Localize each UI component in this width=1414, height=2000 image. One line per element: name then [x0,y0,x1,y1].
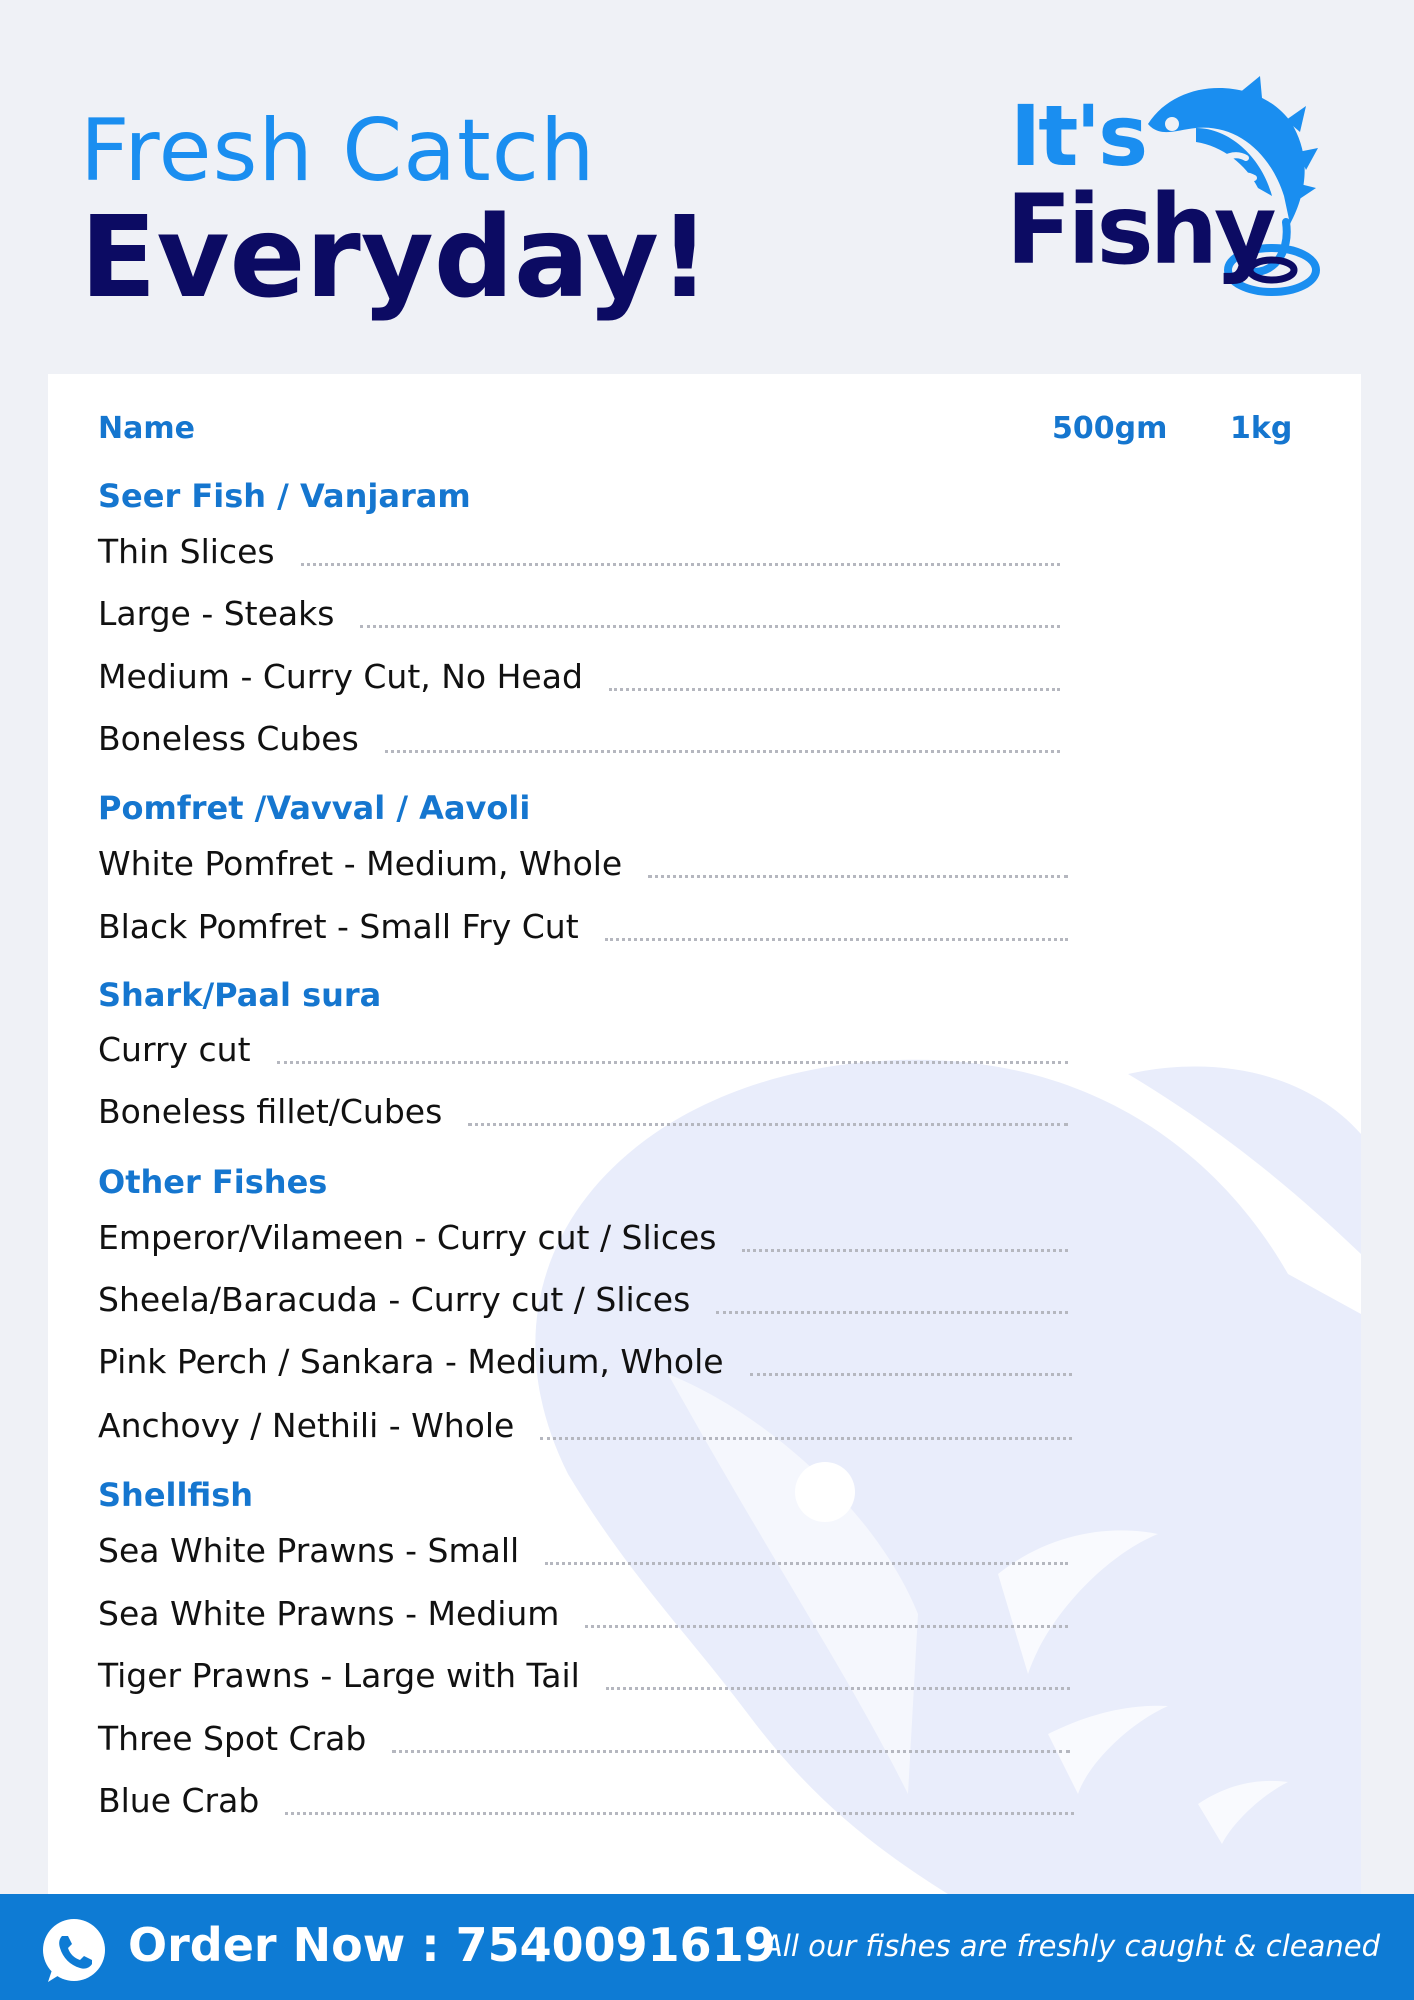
headline-line2: Everyday! [80,193,711,323]
dotted-leader [749,1373,1072,1376]
list-item: Anchovy / Nethili - Whole [98,1402,1072,1442]
item-name: Black Pomfret - Small Fry Cut [98,907,579,946]
list-item: Boneless Cubes [98,715,1060,755]
footer-tagline: All our fishes are freshly caught & clea… [762,1929,1380,1963]
list-item: Emperor/Vilameen - Curry cut / Slices [98,1214,1068,1254]
list-item: Three Spot Crab [98,1715,1070,1755]
item-name: Pink Perch / Sankara - Medium, Whole [98,1342,724,1381]
logo-text-its: It's [1010,87,1148,185]
list-item: Blue Crab [98,1777,1074,1817]
item-name: Blue Crab [98,1781,260,1820]
list-item: Medium - Curry Cut, No Head [98,653,1060,693]
dotted-leader [585,1625,1068,1628]
column-header-1kg: 1kg [1230,411,1293,446]
dotted-leader [384,750,1060,753]
item-name: Medium - Curry Cut, No Head [98,657,583,696]
dotted-leader [300,563,1060,566]
footer-bar: Order Now : 7540091619 All our fishes ar… [0,1894,1414,2000]
dotted-leader [648,875,1068,878]
dotted-leader [742,1249,1068,1252]
item-name: Sea White Prawns - Medium [98,1594,560,1633]
dotted-leader [545,1562,1068,1565]
section-title-shellfish: Shellfish [98,1476,254,1514]
list-item: Sheela/Baracuda - Curry cut / Slices [98,1276,1068,1316]
dotted-leader [276,1061,1068,1064]
logo-text-fishy: Fishy [1006,174,1277,286]
dotted-leader [608,688,1060,691]
whatsapp-phone-icon[interactable] [38,1916,110,1988]
list-item: Black Pomfret - Small Fry Cut [98,903,1068,943]
item-name: Sheela/Baracuda - Curry cut / Slices [98,1280,691,1319]
section-title-pomfret: Pomfret /Vavval / Aavoli [98,789,531,827]
dotted-leader [605,1687,1070,1690]
item-name: Tiger Prawns - Large with Tail [98,1656,580,1695]
dotted-leader [604,938,1068,941]
section-title-other-fishes: Other Fishes [98,1163,328,1201]
list-item: White Pomfret - Medium, Whole [98,840,1068,880]
item-name: Boneless Cubes [98,719,359,758]
dotted-leader [468,1123,1068,1126]
list-item: Tiger Prawns - Large with Tail [98,1652,1070,1692]
order-now-text[interactable]: Order Now : 7540091619 [128,1922,776,1968]
list-item: Boneless fillet/Cubes [98,1088,1068,1128]
headline: Fresh Catch Everyday! [80,108,710,314]
dotted-leader [285,1812,1074,1815]
list-item: Pink Perch / Sankara - Medium, Whole [98,1338,1072,1378]
item-name: Emperor/Vilameen - Curry cut / Slices [98,1218,717,1257]
item-name: White Pomfret - Medium, Whole [98,844,623,883]
item-name: Large - Steaks [98,594,335,633]
list-item: Curry cut [98,1026,1068,1066]
item-name: Thin Slices [98,532,275,571]
dotted-leader [716,1311,1068,1314]
column-header-name: Name [98,411,195,446]
section-title-shark: Shark/Paal sura [98,976,382,1014]
item-name: Anchovy / Nethili - Whole [98,1406,515,1445]
list-item: Large - Steaks [98,590,1060,630]
headline-line1: Fresh Catch [80,101,596,201]
list-item: Thin Slices [98,528,1060,568]
item-name: Sea White Prawns - Small [98,1531,520,1570]
column-header-500gm: 500gm [1052,411,1168,446]
dotted-leader [360,625,1060,628]
dotted-leader [392,1750,1070,1753]
price-list-card: Name 500gm 1kg Seer Fish / Vanjaram Thin… [48,374,1361,1894]
item-name: Boneless fillet/Cubes [98,1092,443,1131]
brand-logo: It's Fishy [1000,72,1330,312]
section-title-seer-fish: Seer Fish / Vanjaram [98,477,471,515]
item-name: Three Spot Crab [98,1719,367,1758]
list-item: Sea White Prawns - Small [98,1527,1068,1567]
item-name: Curry cut [98,1030,251,1069]
list-item: Sea White Prawns - Medium [98,1590,1068,1630]
dotted-leader [540,1437,1072,1440]
